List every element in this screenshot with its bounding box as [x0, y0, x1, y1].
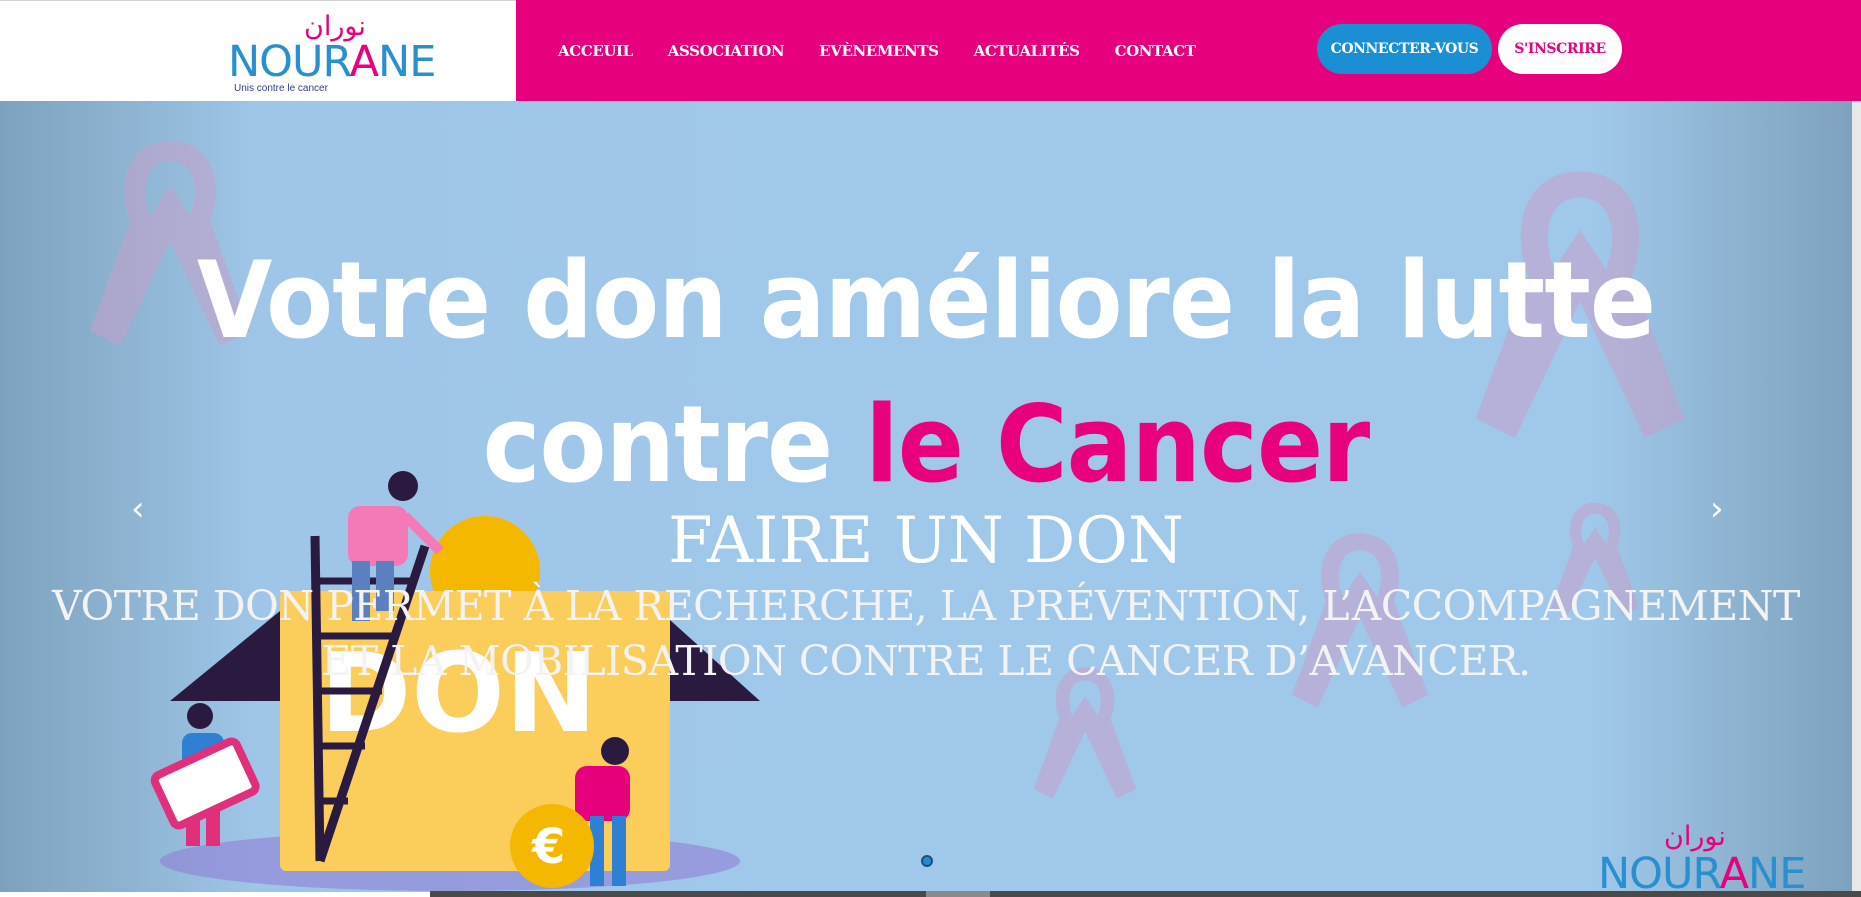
hero-headline-line2: contre le Cancer — [74, 385, 1778, 505]
euro-coin-icon: € — [531, 819, 565, 875]
donate-title[interactable]: FAIRE UN DON — [0, 503, 1852, 579]
site-header: نوران NOURANE Unis contre le cancer ACCE… — [0, 0, 1861, 101]
logo-ribbon-letter: A — [349, 37, 379, 87]
logo-wordmark-part2: NE — [378, 37, 436, 87]
logo-wordmark-part1: NOUR — [228, 37, 351, 87]
main-navbar: ACCEUIL ASSOCIATION EVÈNEMENTS ACTUALITÉ… — [516, 0, 1861, 101]
carousel-indicator-dot[interactable] — [921, 855, 933, 867]
nav-item-accueil[interactable]: ACCEUIL — [558, 42, 633, 60]
nav-item-contact[interactable]: CONTACT — [1115, 42, 1196, 60]
nav-item-actualites[interactable]: ACTUALITÉS — [974, 42, 1080, 60]
logo-tagline: Unis contre le cancer — [234, 83, 328, 94]
site-logo[interactable]: نوران NOURANE Unis contre le cancer — [226, 13, 436, 95]
hero-logo-wordmark: NOURANE — [1598, 849, 1806, 892]
logo-area: نوران NOURANE Unis contre le cancer — [0, 0, 516, 101]
horizontal-scrollbar[interactable] — [430, 891, 1861, 897]
nav-item-evenements[interactable]: EVÈNEMENTS — [819, 42, 939, 60]
hero-headline-line2-white: contre — [482, 383, 866, 506]
hero-logo: نوران NOURANE — [1598, 821, 1806, 892]
signup-button[interactable]: S'INSCRIRE — [1498, 24, 1622, 74]
login-button[interactable]: CONNECTER-VOUS — [1317, 24, 1492, 74]
hero-headline-highlight: le Cancer — [865, 383, 1370, 506]
hero-headline-line1: Votre don améliore la lutte — [196, 239, 1656, 362]
carousel-prev-button[interactable]: ‹ — [131, 489, 145, 529]
chevron-right-icon: › — [1710, 489, 1724, 529]
hero-logo-arabic-name: نوران — [1664, 821, 1726, 852]
nav-item-association[interactable]: ASSOCIATION — [668, 42, 785, 60]
hero-logo-part2: NE — [1748, 849, 1806, 892]
carousel-next-button[interactable]: › — [1710, 489, 1724, 529]
logo-wordmark: NOURANE — [228, 37, 436, 87]
page-scrollbar[interactable] — [1852, 101, 1861, 897]
chevron-left-icon: ‹ — [131, 489, 145, 529]
hero-logo-part1: NOUR — [1598, 849, 1721, 892]
donate-description: VOTRE DON PERMET À LA RECHERCHE, LA PRÉV… — [52, 582, 1800, 685]
main-nav: ACCEUIL ASSOCIATION EVÈNEMENTS ACTUALITÉ… — [558, 0, 1231, 101]
hero-logo-ribbon-letter: A — [1719, 849, 1749, 892]
hero-carousel: DON € Votre don améliore la lutte contre… — [0, 101, 1852, 892]
horizontal-scrollbar-thumb[interactable] — [926, 891, 990, 897]
